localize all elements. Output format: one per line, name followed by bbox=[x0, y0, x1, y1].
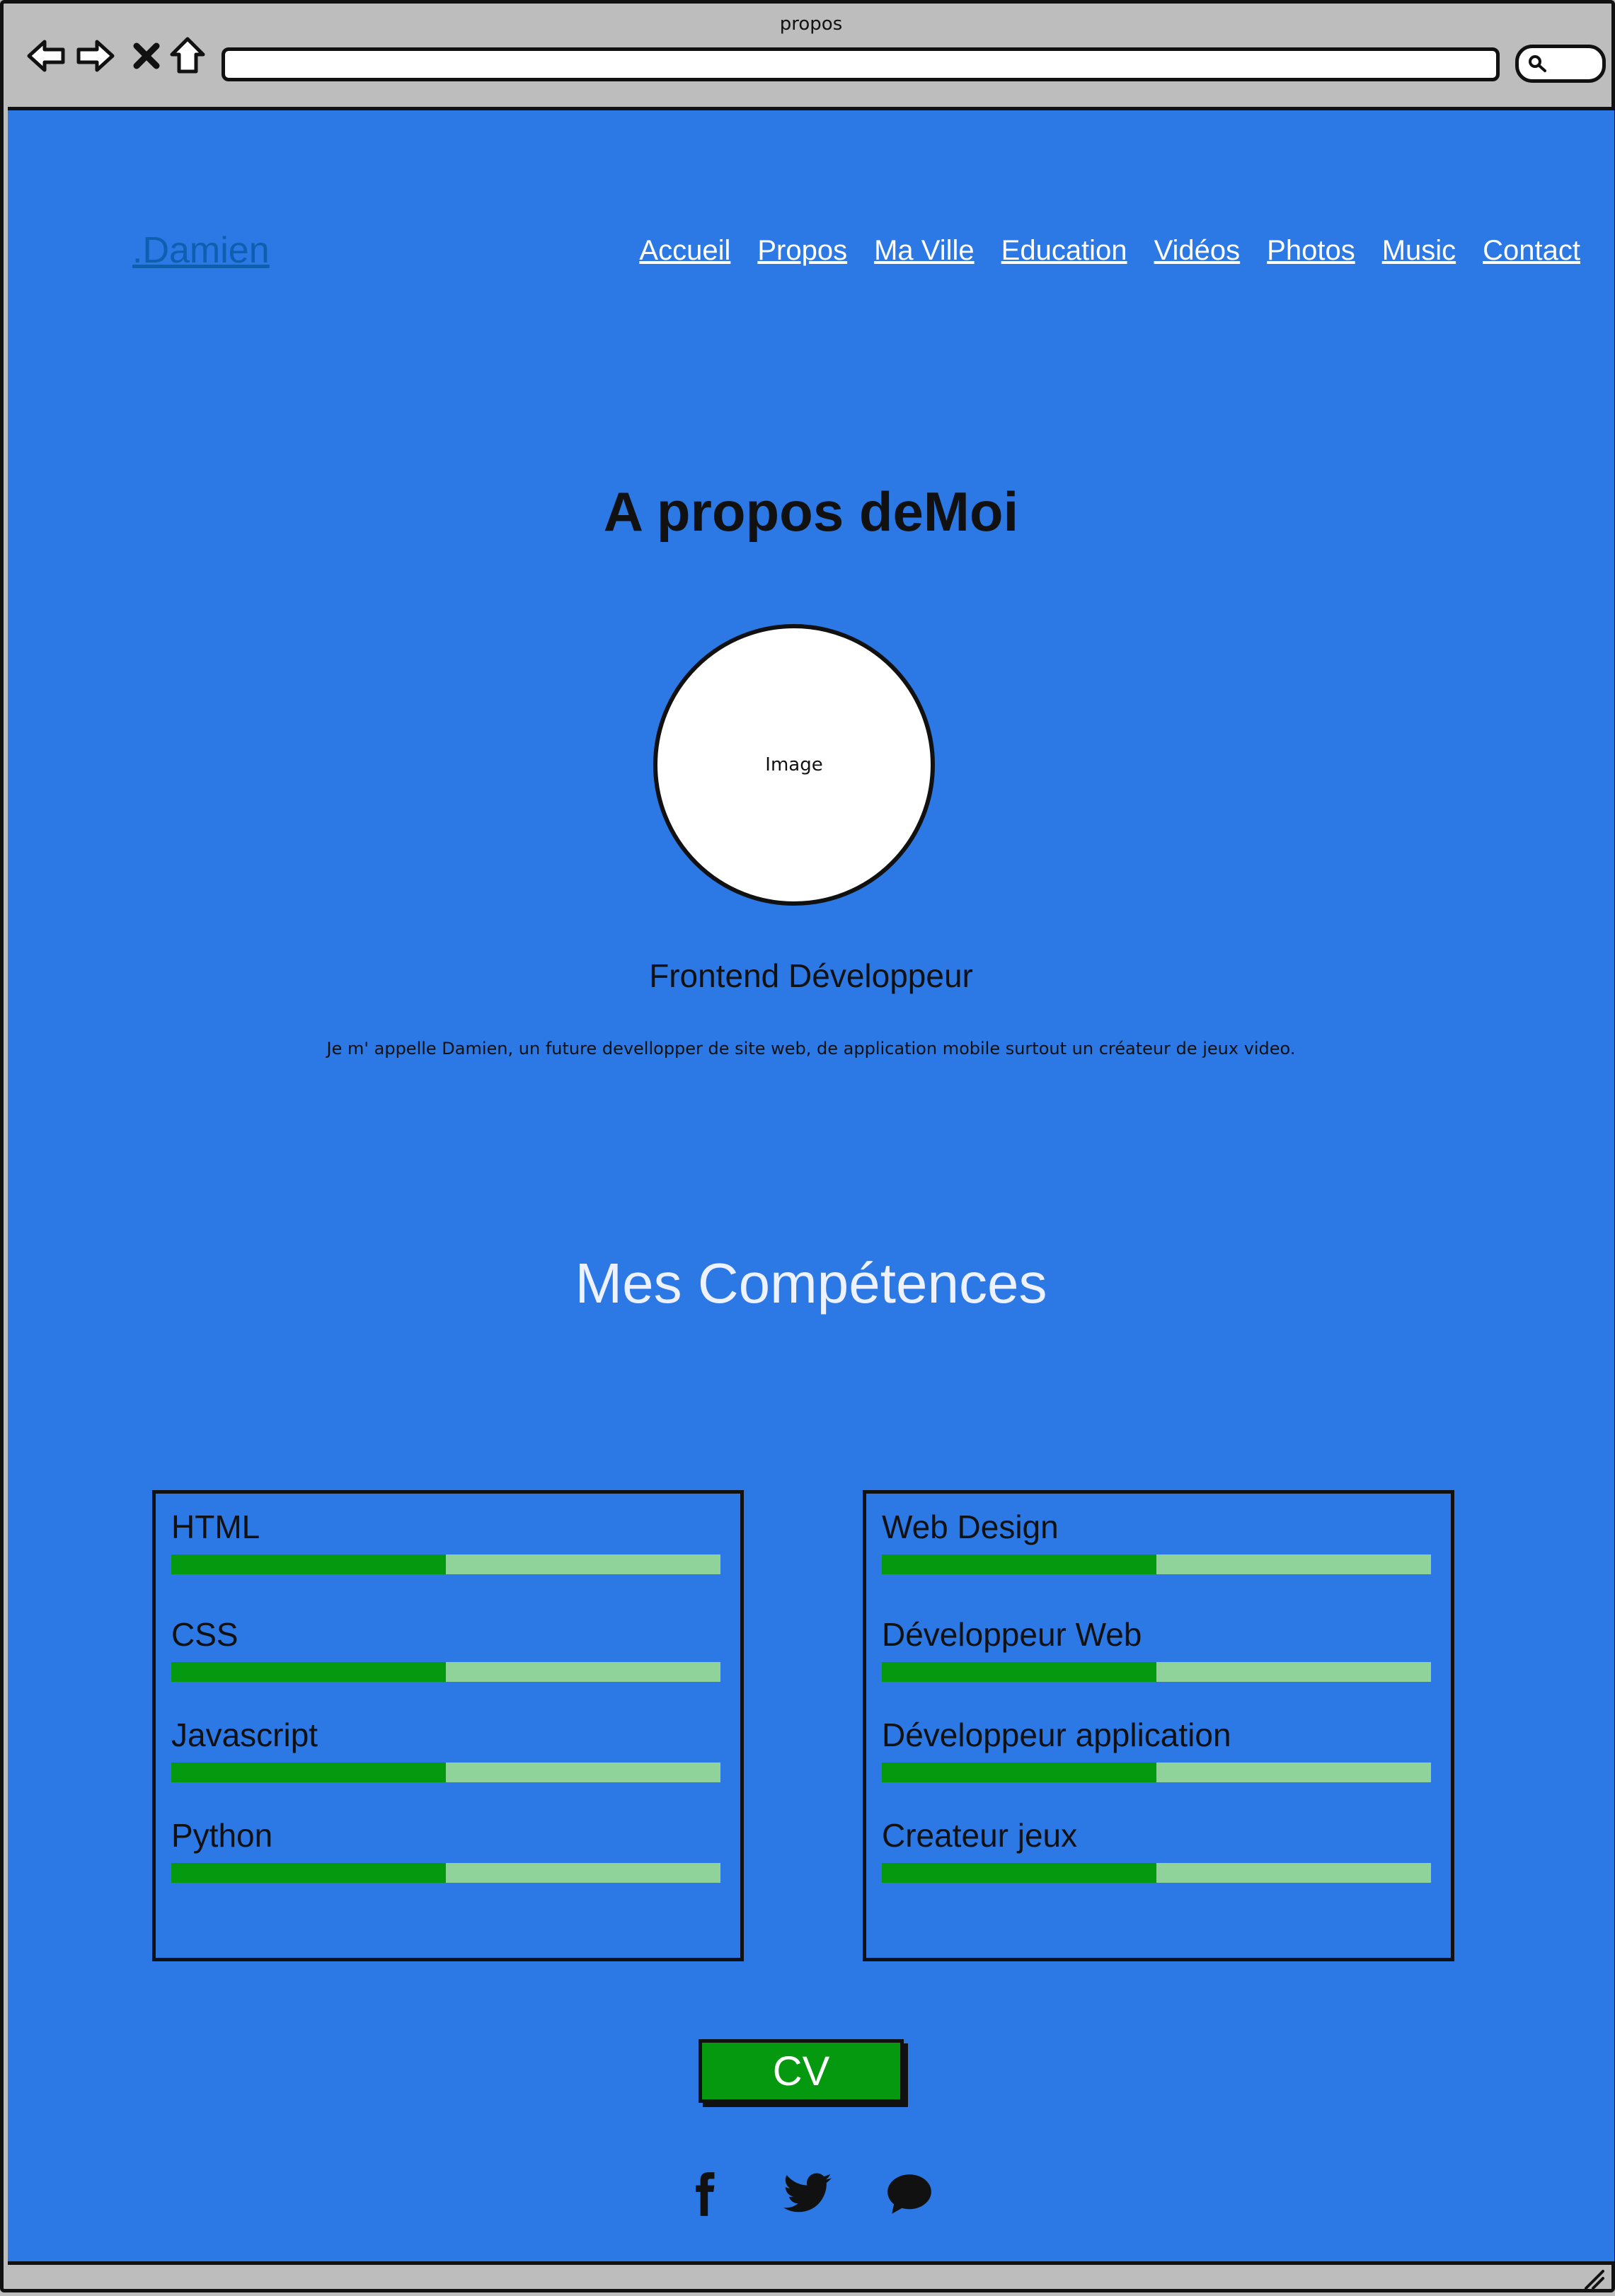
forward-arrow-icon[interactable] bbox=[74, 35, 117, 77]
skill-item: HTML bbox=[171, 1511, 720, 1574]
twitter-icon[interactable] bbox=[779, 2168, 836, 2220]
browser-search-box[interactable] bbox=[1515, 45, 1606, 83]
nav-link-propos[interactable]: Propos bbox=[757, 235, 847, 267]
intro-text: Je m' appelle Damien, un future devellop… bbox=[326, 1039, 1296, 1058]
image-placeholder-label: Image bbox=[765, 754, 823, 775]
nav-link-education[interactable]: Education bbox=[1001, 235, 1127, 267]
skill-item: Web Design bbox=[882, 1511, 1431, 1574]
facebook-icon[interactable] bbox=[677, 2168, 730, 2220]
role-subtitle: Frontend Développeur bbox=[649, 957, 973, 994]
nav-link-accueil[interactable]: Accueil bbox=[639, 235, 730, 267]
nav-link-contact[interactable]: Contact bbox=[1483, 235, 1580, 267]
skill-label: Développeur Web bbox=[882, 1616, 1142, 1653]
search-icon bbox=[1529, 55, 1546, 72]
skill-label: Développeur application bbox=[882, 1717, 1231, 1753]
skill-progress-bar bbox=[171, 1554, 720, 1574]
page-content: .Damien Accueil Propos Ma Ville Educatio… bbox=[8, 107, 1614, 2265]
skill-progress-bar bbox=[171, 1763, 720, 1782]
skills-panel-left: HTML CSS Javascript Python bbox=[152, 1490, 744, 1961]
skill-progress-bar bbox=[882, 1662, 1431, 1682]
skill-progress-fill bbox=[882, 1863, 1156, 1883]
skill-progress-bar bbox=[171, 1662, 720, 1682]
skill-item: Python bbox=[171, 1819, 720, 1883]
skill-label: Web Design bbox=[882, 1508, 1059, 1545]
skill-label: HTML bbox=[171, 1508, 260, 1545]
skill-progress-bar bbox=[882, 1863, 1431, 1883]
profile-image-placeholder: Image bbox=[653, 624, 935, 906]
skill-item: Javascript bbox=[171, 1719, 720, 1782]
skill-progress-fill bbox=[171, 1662, 446, 1682]
cv-button[interactable]: CV bbox=[699, 2039, 904, 2103]
skill-label: Javascript bbox=[171, 1717, 318, 1753]
home-icon[interactable] bbox=[166, 35, 209, 77]
nav-link-videos[interactable]: Vidéos bbox=[1154, 235, 1241, 267]
skill-progress-fill bbox=[171, 1863, 446, 1883]
skill-progress-fill bbox=[882, 1662, 1156, 1682]
back-arrow-icon[interactable] bbox=[25, 35, 67, 77]
nav-link-photos[interactable]: Photos bbox=[1267, 235, 1355, 267]
skill-progress-bar bbox=[882, 1554, 1431, 1574]
skill-item: Createur jeux bbox=[882, 1819, 1431, 1883]
skill-item: Développeur application bbox=[882, 1719, 1431, 1782]
main-nav: Accueil Propos Ma Ville Education Vidéos… bbox=[639, 235, 1580, 267]
address-bar[interactable] bbox=[222, 47, 1500, 81]
browser-statusbar bbox=[4, 2261, 1615, 2296]
skill-label: Createur jeux bbox=[882, 1817, 1078, 1854]
resize-grip-icon[interactable] bbox=[1582, 2267, 1606, 2291]
nav-link-music[interactable]: Music bbox=[1382, 235, 1456, 267]
site-logo[interactable]: .Damien bbox=[132, 229, 270, 272]
about-title: A propos deMoi bbox=[603, 480, 1019, 543]
skills-title: Mes Compétences bbox=[575, 1252, 1047, 1315]
skill-progress-fill bbox=[171, 1554, 446, 1574]
skill-progress-fill bbox=[882, 1554, 1156, 1574]
skill-label: CSS bbox=[171, 1616, 238, 1653]
browser-window: propos .Damien Accueil Propos Ma Ville E… bbox=[0, 0, 1615, 2292]
skill-item: CSS bbox=[171, 1618, 720, 1682]
chat-bubble-icon[interactable] bbox=[883, 2168, 936, 2220]
nav-link-ma-ville[interactable]: Ma Ville bbox=[874, 235, 975, 267]
skills-panel-right: Web Design Développeur Web Développeur app… bbox=[863, 1490, 1454, 1961]
skill-progress-fill bbox=[171, 1763, 446, 1782]
skill-progress-bar bbox=[171, 1863, 720, 1883]
skill-progress-fill bbox=[882, 1763, 1156, 1782]
skill-label: Python bbox=[171, 1817, 273, 1854]
skill-progress-bar bbox=[882, 1763, 1431, 1782]
skill-item: Développeur Web bbox=[882, 1618, 1431, 1682]
browser-titlebar: propos bbox=[4, 4, 1615, 107]
close-icon[interactable] bbox=[125, 35, 168, 77]
window-title: propos bbox=[779, 13, 843, 35]
